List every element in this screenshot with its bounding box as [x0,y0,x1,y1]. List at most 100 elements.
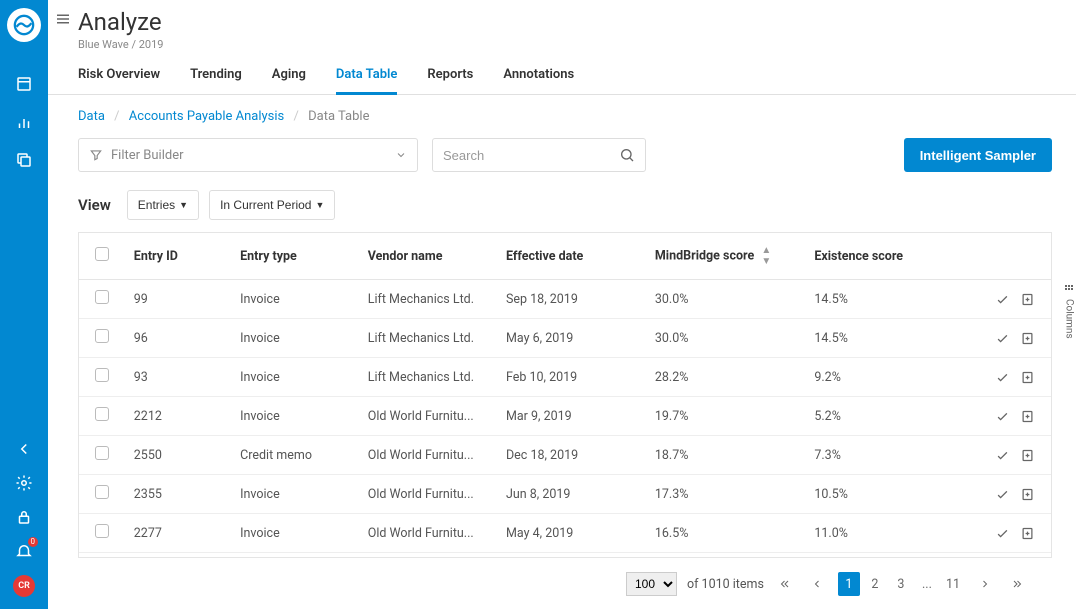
cell-vendor: Old World Furnitu... [360,397,498,436]
tab-trending[interactable]: Trending [190,67,242,94]
breadcrumb-data[interactable]: Data [78,109,105,124]
check-icon[interactable] [995,370,1010,385]
header-date[interactable]: Effective date [498,233,647,280]
check-icon[interactable] [995,409,1010,424]
cell-vendor: Old World Furnitu... [360,514,498,553]
cell-existence: 7.3% [806,436,966,475]
header-entry-type[interactable]: Entry type [232,233,360,280]
header-existence[interactable]: Existence score [806,233,966,280]
tab-annotations[interactable]: Annotations [503,67,574,94]
tab-risk-overview[interactable]: Risk Overview [78,67,160,94]
add-note-icon[interactable] [1020,526,1035,541]
add-note-icon[interactable] [1020,331,1035,346]
cell-entry-id: 2277 [126,514,232,553]
cell-score: 30.0% [647,280,807,319]
page-size-select[interactable]: 100 [626,572,677,596]
sidebar: 0 CR [0,0,48,609]
row-checkbox[interactable] [95,329,109,343]
check-icon[interactable] [995,292,1010,307]
search-box[interactable] [432,138,646,172]
table-row: 2355InvoiceOld World Furnitu...Jun 8, 20… [79,475,1051,514]
add-note-icon[interactable] [1020,448,1035,463]
last-page-button[interactable] [1006,572,1028,596]
first-page-button[interactable] [774,572,796,596]
prev-page-button[interactable] [806,572,828,596]
cell-entry-type: Credit memo [232,436,360,475]
cell-existence: 9.2% [806,358,966,397]
select-all-checkbox[interactable] [95,247,109,261]
page-3[interactable]: 3 [890,572,912,596]
columns-toggle[interactable]: Columns [1063,283,1075,339]
cell-entry-type: Payment [232,553,360,558]
cell-entry-type: Invoice [232,280,360,319]
tab-reports[interactable]: Reports [427,67,473,94]
cell-vendor: Old World Furnitu... [360,475,498,514]
page-title: Analyze [78,8,1052,36]
cell-entry-id: 284 [126,553,232,558]
add-note-icon[interactable] [1020,409,1035,424]
cell-date: May 4, 2019 [498,514,647,553]
header-score[interactable]: MindBridge score ▲▼ [647,233,807,280]
back-icon[interactable] [14,439,34,459]
copy-icon[interactable] [14,150,34,170]
row-checkbox[interactable] [95,485,109,499]
cell-existence: 5.2% [806,397,966,436]
page-2[interactable]: 2 [864,572,886,596]
header-entry-id[interactable]: Entry ID [126,233,232,280]
notif-badge: 0 [28,537,39,547]
breadcrumb-analysis[interactable]: Accounts Payable Analysis [129,109,284,124]
search-input[interactable] [443,148,619,163]
cell-entry-type: Invoice [232,358,360,397]
tabs: Risk Overview Trending Aging Data Table Repo… [48,55,1076,95]
add-note-icon[interactable] [1020,487,1035,502]
logo[interactable] [7,8,41,42]
add-note-icon[interactable] [1020,370,1035,385]
cell-date: Feb 10, 2019 [498,358,647,397]
row-checkbox[interactable] [95,368,109,382]
cell-entry-id: 2212 [126,397,232,436]
cell-vendor: Old World Furnitu... [360,436,498,475]
table-row: 96InvoiceLift Mechanics Ltd.May 6, 20193… [79,319,1051,358]
add-note-icon[interactable] [1020,292,1035,307]
page-subtitle: Blue Wave / 2019 [78,38,1052,51]
row-checkbox[interactable] [95,407,109,421]
row-checkbox[interactable] [95,290,109,304]
cell-entry-type: Invoice [232,514,360,553]
filter-builder[interactable]: Filter Builder [78,138,418,172]
check-icon[interactable] [995,487,1010,502]
gear-icon[interactable] [14,473,34,493]
lock-icon[interactable] [14,507,34,527]
cell-existence: 15.0% [806,553,966,558]
entries-dropdown[interactable]: Entries ▼ [127,190,199,220]
next-page-button[interactable] [974,572,996,596]
sort-icon: ▲▼ [761,245,771,267]
header-score-label: MindBridge score [655,248,754,263]
period-dropdown[interactable]: In Current Period ▼ [209,190,335,220]
cell-date: Mar 9, 2019 [498,397,647,436]
cell-score: 17.3% [647,475,807,514]
row-checkbox[interactable] [95,524,109,538]
page-1[interactable]: 1 [838,572,860,596]
data-table: Columns Entry ID Entry type Vendor name … [78,232,1052,557]
cell-entry-type: Invoice [232,397,360,436]
tab-aging[interactable]: Aging [272,67,306,94]
columns-label: Columns [1064,299,1075,339]
row-checkbox[interactable] [95,446,109,460]
check-icon[interactable] [995,448,1010,463]
avatar[interactable]: CR [13,575,35,597]
chart-icon[interactable] [14,112,34,132]
check-icon[interactable] [995,331,1010,346]
page-11[interactable]: 11 [942,572,964,596]
cell-entry-id: 93 [126,358,232,397]
cell-score: 18.7% [647,436,807,475]
bell-icon[interactable]: 0 [14,541,34,561]
hamburger-icon[interactable] [54,10,72,32]
cell-date: May 6, 2019 [498,319,647,358]
cell-entry-id: 99 [126,280,232,319]
tab-data-table[interactable]: Data Table [336,67,397,95]
cell-entry-id: 2355 [126,475,232,514]
check-icon[interactable] [995,526,1010,541]
intelligent-sampler-button[interactable]: Intelligent Sampler [904,138,1052,172]
header-vendor[interactable]: Vendor name [360,233,498,280]
book-icon[interactable] [14,74,34,94]
